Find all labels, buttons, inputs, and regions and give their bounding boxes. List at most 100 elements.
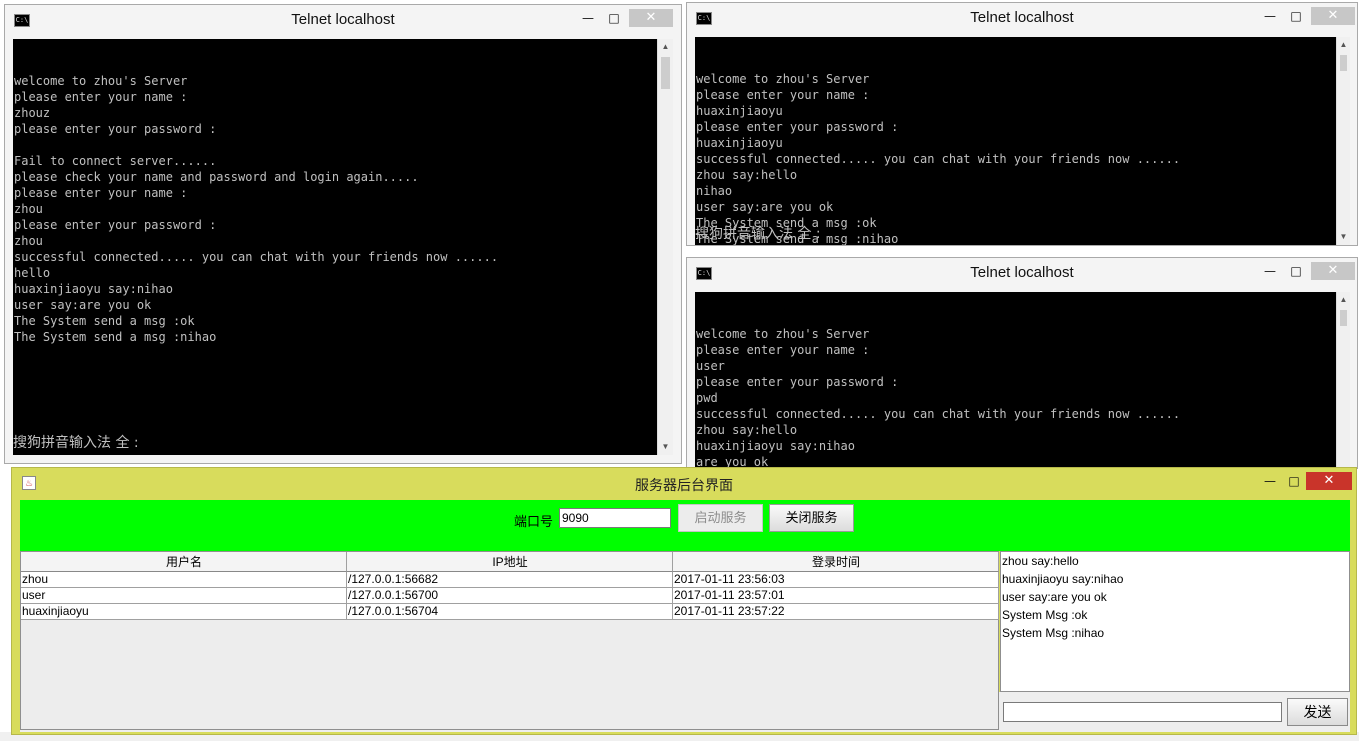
minimize-button[interactable]: —: [1257, 472, 1283, 490]
close-button[interactable]: ✕: [1311, 262, 1355, 280]
console-line: zhou say:hello: [696, 423, 798, 437]
login-time-cell: 2017-01-11 23:57:22: [673, 604, 999, 620]
console-line: please enter your password :: [14, 122, 217, 136]
user-table[interactable]: 用户名 IP地址 登录时间 zhou /127.0.0.1:56682 2017…: [20, 551, 999, 730]
close-button[interactable]: ✕: [1306, 472, 1352, 490]
vertical-scrollbar[interactable]: ▲: [1336, 292, 1350, 470]
telnet-window-2[interactable]: C:\ Telnet localhost — □ ✕ welcome to zh…: [686, 2, 1358, 246]
telnet-window-1[interactable]: C:\ Telnet localhost — □ ✕ welcome to zh…: [4, 4, 682, 464]
message-line: user say:are you ok: [1002, 590, 1107, 604]
ime-status: 搜狗拼音输入法 全 :: [13, 435, 139, 451]
ip-cell: /127.0.0.1:56704: [347, 604, 673, 620]
vertical-scrollbar[interactable]: ▲ ▼: [1336, 37, 1350, 245]
console-line: huaxinjiaoyu say:nihao: [696, 439, 855, 453]
message-line: System Msg :nihao: [1002, 626, 1105, 640]
console-lines: welcome to zhou's Server please enter you…: [696, 71, 1336, 245]
console-output[interactable]: welcome to zhou's Server please enter you…: [13, 39, 657, 455]
console-line: welcome to zhou's Server: [696, 327, 870, 341]
console-line: nihao: [696, 184, 733, 198]
title-bar[interactable]: ♨ 服务器后台界面 — □ ✕: [12, 468, 1356, 498]
console-line: successful connected..... you can chat w…: [14, 250, 499, 264]
ime-status: 搜狗拼音输入法 全 :: [695, 226, 821, 242]
console-lines: welcome to zhou's Server please enter you…: [14, 73, 657, 345]
console-line: please enter your password :: [14, 218, 217, 232]
console-output[interactable]: welcome to zhou's Server please enter you…: [695, 37, 1336, 245]
console-line: The System send a msg :ok: [14, 314, 195, 328]
table-row[interactable]: huaxinjiaoyu /127.0.0.1:56704 2017-01-11…: [21, 604, 999, 620]
console-line: user say:are you ok: [14, 298, 152, 312]
table-row[interactable]: user /127.0.0.1:56700 2017-01-11 23:57:0…: [21, 588, 999, 604]
console-line: zhouz: [14, 106, 51, 120]
console-line: zhou: [14, 202, 43, 216]
console-line: user: [696, 359, 725, 373]
console-line: please enter your name :: [696, 343, 870, 357]
console-line: huaxinjiaoyu: [696, 104, 783, 118]
console-line: please enter your password :: [696, 375, 899, 389]
console-line: please enter your name :: [14, 186, 188, 200]
console-line: Fail to connect server......: [14, 154, 217, 168]
control-toolbar: 端口号 9090 启动服务 关闭服务: [20, 500, 1350, 551]
window-title: 服务器后台界面: [635, 477, 733, 493]
title-bar[interactable]: C:\ Telnet localhost — □ ✕: [5, 5, 681, 36]
port-label: 端口号: [514, 514, 554, 529]
username-cell: huaxinjiaoyu: [21, 604, 347, 620]
scroll-thumb[interactable]: [1340, 310, 1347, 326]
telnet-window-3[interactable]: C:\ Telnet localhost — □ ✕ welcome to zh…: [686, 257, 1358, 470]
port-input[interactable]: 9090: [559, 508, 671, 528]
scroll-up-arrow-icon[interactable]: ▲: [658, 39, 673, 55]
console-line: please enter your name :: [696, 88, 870, 102]
scroll-up-arrow-icon[interactable]: ▲: [1337, 292, 1350, 308]
console-line: pwd: [696, 391, 718, 405]
username-cell: user: [21, 588, 347, 604]
column-header-username[interactable]: 用户名: [21, 552, 347, 572]
console-line: please enter your name :: [14, 90, 188, 104]
login-time-cell: 2017-01-11 23:56:03: [673, 572, 999, 588]
console-line: zhou: [14, 234, 43, 248]
minimize-button[interactable]: —: [1257, 7, 1283, 25]
scroll-thumb[interactable]: [661, 57, 670, 89]
maximize-button[interactable]: □: [1283, 262, 1309, 280]
table-row[interactable]: zhou /127.0.0.1:56682 2017-01-11 23:56:0…: [21, 572, 999, 588]
send-button[interactable]: 发送: [1287, 698, 1348, 726]
login-time-cell: 2017-01-11 23:57:01: [673, 588, 999, 604]
vertical-scrollbar[interactable]: ▲ ▼: [657, 39, 673, 455]
start-service-button[interactable]: 启动服务: [678, 504, 763, 532]
minimize-button[interactable]: —: [575, 9, 601, 27]
scroll-thumb[interactable]: [1340, 55, 1347, 71]
console-lines: welcome to zhou's Server please enter you…: [696, 326, 1336, 470]
title-bar[interactable]: C:\ Telnet localhost — □ ✕: [687, 258, 1357, 289]
message-input[interactable]: [1003, 702, 1282, 722]
console-line: successful connected..... you can chat w…: [696, 407, 1181, 421]
close-button[interactable]: ✕: [1311, 7, 1355, 25]
scroll-down-arrow-icon[interactable]: ▼: [1337, 229, 1350, 245]
console-line: please enter your password :: [696, 120, 899, 134]
console-line: The System send a msg :nihao: [14, 330, 217, 344]
maximize-button[interactable]: □: [1283, 7, 1309, 25]
scroll-up-arrow-icon[interactable]: ▲: [1337, 37, 1350, 53]
stop-service-button[interactable]: 关闭服务: [769, 504, 854, 532]
console-line: huaxinjiaoyu: [696, 136, 783, 150]
console-line: user say:are you ok: [696, 200, 834, 214]
server-window[interactable]: ♨ 服务器后台界面 — □ ✕ 端口号 9090 启动服务 关闭服务 用户名 I…: [11, 467, 1357, 735]
column-header-login-time[interactable]: 登录时间: [673, 552, 999, 572]
maximize-button[interactable]: □: [1281, 472, 1307, 490]
column-header-ip[interactable]: IP地址: [347, 552, 673, 572]
console-line: welcome to zhou's Server: [14, 74, 188, 88]
table-header: 用户名 IP地址 登录时间: [21, 552, 999, 572]
message-line: huaxinjiaoyu say:nihao: [1002, 572, 1124, 586]
console-output[interactable]: welcome to zhou's Server please enter you…: [695, 292, 1336, 470]
title-bar[interactable]: C:\ Telnet localhost — □ ✕: [687, 3, 1357, 34]
console-line: successful connected..... you can chat w…: [696, 152, 1181, 166]
maximize-button[interactable]: □: [601, 9, 627, 27]
scroll-down-arrow-icon[interactable]: ▼: [658, 439, 673, 455]
ip-cell: /127.0.0.1:56682: [347, 572, 673, 588]
message-line: System Msg :ok: [1002, 608, 1088, 622]
message-line: zhou say:hello: [1002, 554, 1079, 568]
console-line: zhou say:hello: [696, 168, 798, 182]
console-line: welcome to zhou's Server: [696, 72, 870, 86]
close-button[interactable]: ✕: [629, 9, 673, 27]
message-log[interactable]: zhou say:hello huaxinjiaoyu say:nihao us…: [1000, 551, 1350, 692]
console-line: please check your name and password and …: [14, 170, 419, 184]
minimize-button[interactable]: —: [1257, 262, 1283, 280]
